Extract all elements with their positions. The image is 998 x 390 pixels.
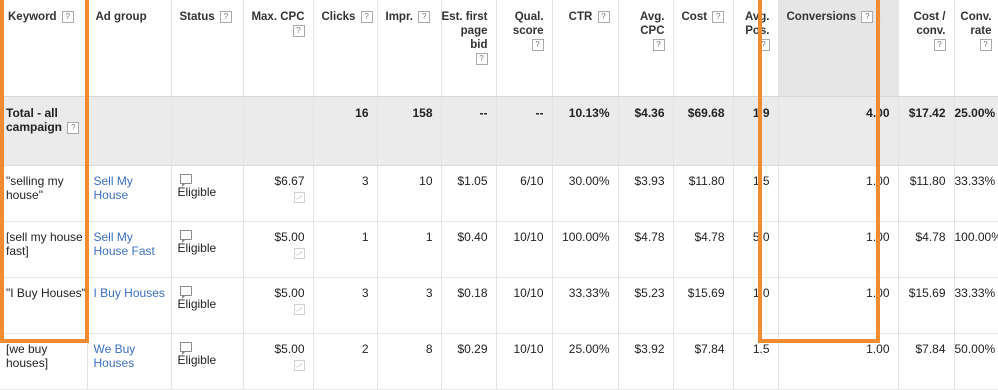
help-icon[interactable]: ? bbox=[597, 10, 610, 23]
help-icon[interactable]: ? bbox=[712, 10, 725, 23]
total-est-bid: -- bbox=[441, 96, 497, 166]
cost-conv-cell: $15.69 bbox=[898, 277, 955, 334]
help-icon[interactable]: ? bbox=[475, 52, 488, 65]
ctr-cell: 100.00% bbox=[552, 221, 619, 278]
impr-cell: 1 bbox=[377, 221, 442, 278]
speech-bubble-icon[interactable] bbox=[179, 342, 192, 355]
col-max-cpc[interactable]: Max. CPC? bbox=[243, 0, 314, 97]
impr-cell: 3 bbox=[377, 277, 442, 334]
total-qual: -- bbox=[496, 96, 553, 166]
speech-bubble-icon[interactable] bbox=[179, 174, 192, 187]
ctr-cell: 30.00% bbox=[552, 165, 619, 222]
help-icon[interactable]: ? bbox=[933, 38, 946, 51]
chart-icon[interactable] bbox=[293, 248, 305, 259]
max-cpc-cell[interactable]: $5.00 bbox=[243, 221, 314, 278]
status-cell: Eligible bbox=[171, 333, 244, 390]
col-cost-per-conv[interactable]: Cost / conv.? bbox=[898, 0, 955, 97]
ad-group-link[interactable]: Sell My House Fast bbox=[94, 230, 155, 258]
total-clicks: 16 bbox=[313, 96, 378, 166]
help-icon[interactable]: ? bbox=[292, 24, 305, 37]
col-qual-score[interactable]: Qual. score? bbox=[496, 0, 553, 97]
impr-cell: 10 bbox=[377, 165, 442, 222]
col-est-first-page-bid[interactable]: Est. first page bid? bbox=[441, 0, 497, 97]
qual-cell: 10/10 bbox=[496, 221, 553, 278]
total-avg-cpc: $4.36 bbox=[618, 96, 674, 166]
speech-bubble-icon[interactable] bbox=[179, 286, 192, 299]
ad-group-link[interactable]: I Buy Houses bbox=[94, 286, 165, 300]
conversions-column-highlight bbox=[758, 0, 880, 343]
total-conv-rate: 25.00% bbox=[954, 96, 998, 166]
cost-cell: $4.78 bbox=[673, 221, 734, 278]
help-icon[interactable]: ? bbox=[418, 10, 431, 23]
help-icon[interactable]: ? bbox=[979, 38, 992, 51]
qual-cell: 10/10 bbox=[496, 333, 553, 390]
conv-rate-cell: 33.33% bbox=[954, 165, 998, 222]
total-cost: $69.68 bbox=[673, 96, 734, 166]
cost-conv-cell: $11.80 bbox=[898, 165, 955, 222]
help-icon[interactable]: ? bbox=[219, 10, 232, 23]
total-cost-conv: $17.42 bbox=[898, 96, 955, 166]
col-clicks[interactable]: Clicks ? bbox=[313, 0, 378, 97]
status-cell: Eligible bbox=[171, 221, 244, 278]
help-icon[interactable]: ? bbox=[531, 38, 544, 51]
col-avg-cpc[interactable]: Avg. CPC? bbox=[618, 0, 674, 97]
col-cost[interactable]: Cost ? bbox=[673, 0, 734, 97]
avg-cpc-cell: $3.92 bbox=[618, 333, 674, 390]
max-cpc-cell[interactable]: $6.67 bbox=[243, 165, 314, 222]
col-impr[interactable]: Impr. ? bbox=[377, 0, 442, 97]
qual-cell: 10/10 bbox=[496, 277, 553, 334]
max-cpc-cell[interactable]: $5.00 bbox=[243, 333, 314, 390]
help-icon[interactable]: ? bbox=[360, 10, 373, 23]
conv-rate-cell: 100.00% bbox=[954, 221, 998, 278]
conv-rate-cell: 50.00% bbox=[954, 333, 998, 390]
avg-cpc-cell: $4.78 bbox=[618, 221, 674, 278]
est-bid-cell: $1.05 bbox=[441, 165, 497, 222]
ctr-cell: 33.33% bbox=[552, 277, 619, 334]
est-bid-cell: $0.18 bbox=[441, 277, 497, 334]
ad-group-link[interactable]: We Buy Houses bbox=[94, 342, 136, 370]
col-conv-rate[interactable]: Conv. rate? bbox=[954, 0, 998, 97]
clicks-cell: 2 bbox=[313, 333, 378, 390]
status-cell: Eligible bbox=[171, 277, 244, 334]
avg-cpc-cell: $3.93 bbox=[618, 165, 674, 222]
clicks-cell: 3 bbox=[313, 165, 378, 222]
ctr-cell: 25.00% bbox=[552, 333, 619, 390]
avg-cpc-cell: $5.23 bbox=[618, 277, 674, 334]
cost-cell: $11.80 bbox=[673, 165, 734, 222]
col-status[interactable]: Status ? bbox=[171, 0, 244, 97]
cost-conv-cell: $4.78 bbox=[898, 221, 955, 278]
status-cell: Eligible bbox=[171, 165, 244, 222]
clicks-cell: 3 bbox=[313, 277, 378, 334]
total-ctr: 10.13% bbox=[552, 96, 619, 166]
chart-icon[interactable] bbox=[293, 192, 305, 203]
col-ctr[interactable]: CTR ? bbox=[552, 0, 619, 97]
max-cpc-cell[interactable]: $5.00 bbox=[243, 277, 314, 334]
est-bid-cell: $0.40 bbox=[441, 221, 497, 278]
col-ad-group[interactable]: Ad group bbox=[87, 0, 172, 97]
qual-cell: 6/10 bbox=[496, 165, 553, 222]
conv-rate-cell: 33.33% bbox=[954, 277, 998, 334]
impr-cell: 8 bbox=[377, 333, 442, 390]
total-impr: 158 bbox=[377, 96, 442, 166]
chart-icon[interactable] bbox=[293, 360, 305, 371]
keyword-column-highlight bbox=[0, 0, 89, 343]
cost-cell: $7.84 bbox=[673, 333, 734, 390]
clicks-cell: 1 bbox=[313, 221, 378, 278]
help-icon[interactable]: ? bbox=[652, 38, 665, 51]
cost-conv-cell: $7.84 bbox=[898, 333, 955, 390]
est-bid-cell: $0.29 bbox=[441, 333, 497, 390]
ad-group-link[interactable]: Sell My House bbox=[94, 174, 133, 202]
speech-bubble-icon[interactable] bbox=[179, 230, 192, 243]
cost-cell: $15.69 bbox=[673, 277, 734, 334]
chart-icon[interactable] bbox=[293, 304, 305, 315]
